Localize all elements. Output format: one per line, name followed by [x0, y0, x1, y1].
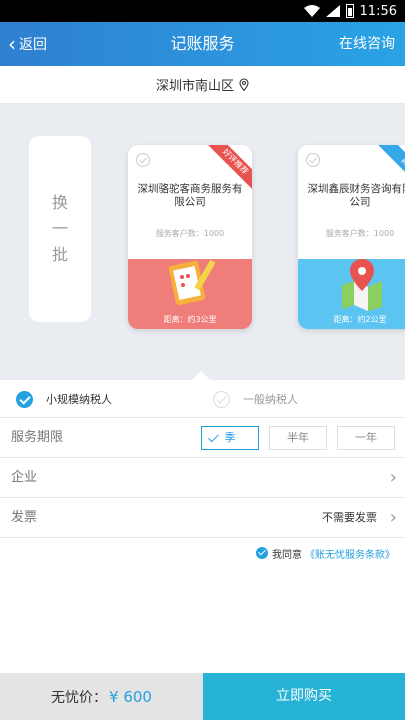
invoice-value: 不需要发票 — [322, 511, 377, 524]
purchase-footer: 无忧价： ¥ 600 立即购买 — [0, 673, 405, 720]
service-period-row: 服务期限 季 半年 一年 — [0, 418, 405, 458]
price-display: 无忧价： ¥ 600 — [0, 673, 203, 720]
location-bar[interactable]: 深圳市南山区 — [0, 66, 405, 104]
swap-char: 批 — [51, 245, 68, 264]
swap-batch-button[interactable]: 换 一 批 — [29, 136, 91, 322]
provider-card[interactable]: 好评推荐 深圳骆驼客商务服务有限公司 服务客户数：1000 距离：约3公里 — [128, 145, 252, 329]
invoice-row[interactable]: 发票 不需要发票 › — [0, 498, 405, 538]
taxpayer-option-label: 小规模纳税人 — [46, 393, 112, 406]
taxpayer-type-row: 小规模纳税人 一般纳税人 — [0, 380, 405, 418]
agreement-row[interactable]: 我同意 《账无忧服务条款》 — [256, 545, 395, 561]
agreement-prefix: 我同意 — [272, 549, 302, 561]
nav-bar: ‹ 返回 记账服务 在线咨询 — [0, 22, 405, 66]
company-label: 企业 — [11, 470, 38, 485]
chevron-right-icon: › — [389, 507, 397, 528]
battery-icon — [345, 4, 354, 18]
period-option-label: 季 — [224, 431, 236, 444]
company-row[interactable]: 企业 › — [0, 458, 405, 498]
online-consult-button[interactable]: 在线咨询 — [339, 22, 395, 66]
period-option-year[interactable]: 一年 — [337, 426, 395, 450]
price-label: 无忧价： — [51, 689, 108, 706]
provider-name: 深圳骆驼客商务服务有限公司 — [137, 183, 243, 208]
location-city: 深圳市南山区 — [155, 79, 234, 94]
provider-carousel: 换 一 批 好评推荐 深圳骆驼客商务服务有限公司 服务客户数：1000 距离：约… — [0, 104, 405, 380]
chevron-right-icon: › — [389, 467, 397, 488]
provider-name: 深圳鑫辰财务咨询有限公司 — [307, 183, 405, 208]
status-time: 11:56 — [359, 3, 397, 19]
provider-distance: 距离：约3公里 — [163, 315, 217, 324]
period-option-label: 一年 — [355, 431, 377, 444]
clipboard-pen-icon — [168, 259, 216, 306]
invoice-label: 发票 — [11, 510, 38, 525]
provider-client-count: 服务客户数：1000 — [325, 229, 395, 238]
swap-char: 换 — [51, 193, 68, 212]
location-pin-icon — [239, 78, 249, 91]
agree-check-icon[interactable] — [256, 547, 268, 559]
terms-link[interactable]: 《账无忧服务条款》 — [305, 546, 395, 561]
swap-char: 一 — [51, 219, 68, 238]
radio-checked-icon — [16, 390, 33, 408]
period-option-quarter[interactable]: 季 — [201, 426, 259, 450]
card-check-icon[interactable] — [306, 153, 320, 167]
wifi-icon — [303, 5, 320, 17]
selection-pointer — [192, 371, 210, 380]
map-pin-icon — [342, 259, 382, 311]
service-period-label: 服务期限 — [11, 430, 64, 445]
card-check-icon[interactable] — [136, 153, 150, 167]
taxpayer-option-label: 一般纳税人 — [243, 393, 298, 406]
radio-unchecked-icon — [213, 390, 230, 408]
status-bar: 11:56 — [0, 0, 405, 22]
provider-distance: 距离：约2公里 — [333, 315, 387, 324]
buy-now-button[interactable]: 立即购买 — [203, 673, 405, 720]
provider-client-count: 服务客户数：1000 — [155, 229, 225, 238]
period-option-half-year[interactable]: 半年 — [269, 426, 327, 450]
check-icon — [208, 431, 219, 443]
taxpayer-option-small[interactable]: 小规模纳税人 — [16, 390, 112, 408]
period-option-label: 半年 — [287, 431, 309, 444]
price-value: ¥ 600 — [109, 687, 152, 706]
provider-card[interactable]: 离 深圳鑫辰财务咨询有限公司 服务客户数：1000 距离：约2公里 — [298, 145, 405, 329]
signal-icon — [325, 5, 340, 17]
taxpayer-option-general[interactable]: 一般纳税人 — [213, 390, 298, 408]
